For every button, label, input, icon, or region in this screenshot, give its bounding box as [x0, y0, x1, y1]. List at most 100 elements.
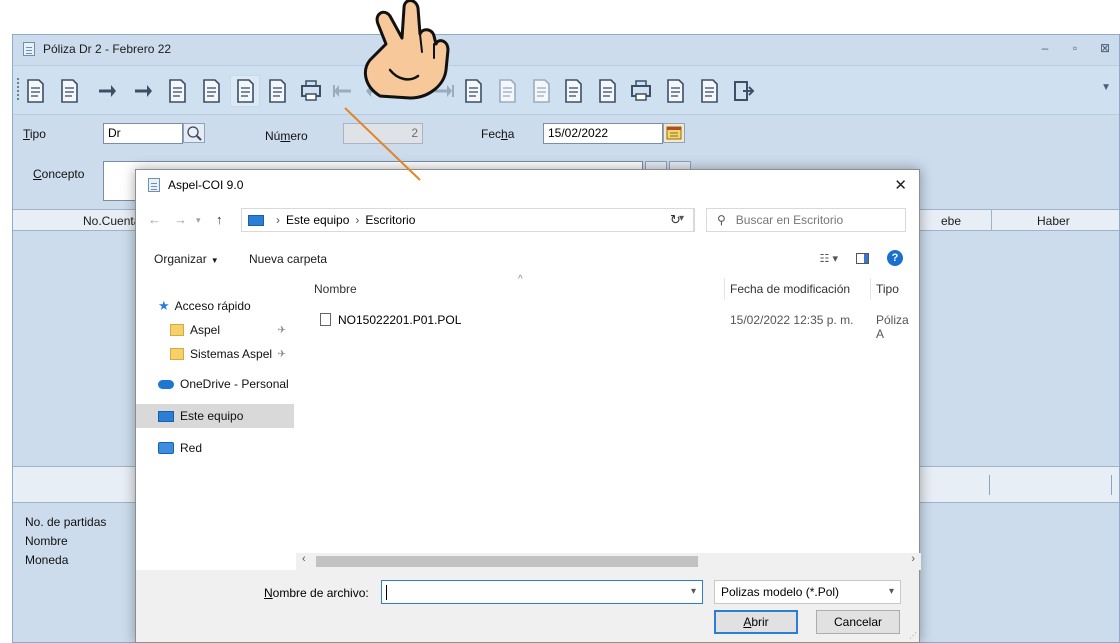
breadcrumb-separator: ›: [355, 213, 360, 227]
refresh-button[interactable]: ↻: [658, 208, 694, 232]
recent-chevron-icon[interactable]: ▾: [196, 215, 201, 226]
cloud-icon: [158, 379, 174, 389]
column-separator[interactable]: [870, 278, 871, 300]
copy-icon: [269, 79, 286, 103]
nav-sistemas-aspel[interactable]: Sistemas Aspel ✈: [136, 342, 294, 366]
chevron-down-icon[interactable]: ▾: [691, 586, 696, 597]
col-debe[interactable]: ebe: [941, 214, 961, 228]
dialog-bottom: Nombre de archivo: ▾ Polizas modelo (*.P…: [136, 570, 919, 642]
search-document-icon: [599, 79, 616, 103]
toolbar-button[interactable]: [729, 76, 757, 106]
toolbar-overflow-chevron-icon[interactable]: ▼: [1101, 82, 1111, 93]
folder-icon: [170, 324, 184, 336]
file-row[interactable]: NO15022201.P01.POL 15/02/2022 12:35 p. m…: [302, 308, 919, 341]
minimize-button[interactable]: –: [1039, 41, 1051, 55]
nav-label: Aspel: [190, 323, 221, 337]
organize-menu[interactable]: Organizar ▼: [154, 252, 219, 266]
toolbar-button[interactable]: [21, 76, 49, 106]
toolbar-button[interactable]: [527, 76, 555, 106]
search-icon: ⚲: [717, 213, 726, 227]
printer-icon: [301, 80, 321, 101]
sort-ascending-icon: ^: [518, 274, 523, 285]
up-arrow-icon[interactable]: ↑: [216, 212, 223, 227]
col-type[interactable]: Tipo: [876, 282, 899, 296]
nav-quick-access[interactable]: ★ Acceso rápido: [136, 294, 294, 318]
col-separator: [991, 210, 992, 231]
horizontal-scrollbar[interactable]: ‹ ›: [296, 553, 921, 570]
cancel-button[interactable]: Cancelar: [816, 610, 900, 634]
toolbar-grip[interactable]: [17, 78, 19, 100]
toolbar-button[interactable]: [263, 76, 291, 106]
col-name[interactable]: Nombre: [314, 282, 357, 296]
calendar-button[interactable]: [663, 123, 685, 143]
scrollbar-thumb[interactable]: [316, 556, 698, 567]
numero-label: Número: [265, 129, 308, 143]
concepto-label: Concepto: [33, 167, 85, 181]
tipo-lookup-button[interactable]: [183, 123, 205, 143]
col-modified[interactable]: Fecha de modificación: [730, 282, 850, 296]
file-type-select[interactable]: Polizas modelo (*.Pol) ▾: [714, 580, 901, 604]
dialog-close-icon[interactable]: ✕: [894, 176, 907, 194]
toolbar-button[interactable]: [627, 76, 655, 106]
toolbar-button[interactable]: [230, 75, 260, 107]
nav-label: Acceso rápido: [174, 299, 251, 313]
address-bar[interactable]: › Este equipo › Escritorio ▾: [241, 208, 695, 232]
preview-pane-icon[interactable]: [856, 252, 869, 264]
back-arrow-icon[interactable]: ←: [148, 212, 161, 227]
nav-label: OneDrive - Personal: [180, 377, 289, 391]
toolbar-button[interactable]: [127, 76, 155, 106]
print-preview-icon: [61, 79, 78, 103]
nav-onedrive[interactable]: OneDrive - Personal: [136, 372, 294, 396]
dialog-navbar: ← → ▾ ↑ › Este equipo › Escritorio ▾ ↻ ⚲…: [136, 206, 919, 236]
nav-this-pc[interactable]: Este equipo: [136, 404, 294, 428]
nav-aspel[interactable]: Aspel ✈: [136, 318, 294, 342]
toolbar-button[interactable]: [197, 76, 225, 106]
nav-network[interactable]: Red: [136, 436, 294, 460]
toolbar-button[interactable]: [559, 76, 587, 106]
filename-input[interactable]: ▾: [381, 580, 703, 604]
nav-label: Este equipo: [180, 409, 244, 423]
star-icon: ★: [158, 298, 170, 313]
command-bar: Organizar ▼ Nueva carpeta ☷ ▾ ?: [136, 246, 919, 272]
totals-separator: [989, 475, 990, 495]
report-icon: [667, 79, 684, 103]
payment-icon: [631, 80, 651, 101]
fecha-input[interactable]: 15/02/2022: [543, 123, 663, 144]
tipo-input[interactable]: Dr: [103, 123, 183, 144]
view-options-icon[interactable]: ☷ ▾: [820, 252, 838, 265]
toolbar-button[interactable]: [695, 76, 723, 106]
new-folder-button[interactable]: Nueva carpeta: [249, 252, 327, 266]
toolbar-button[interactable]: [493, 76, 521, 106]
breadcrumb-este-equipo[interactable]: Este equipo: [286, 213, 349, 227]
col-haber[interactable]: Haber: [1037, 214, 1070, 228]
remove-record-icon: [135, 85, 152, 97]
network-icon: [158, 442, 174, 454]
window-controls: – ▫ ⊠: [1039, 41, 1111, 55]
breadcrumb-escritorio[interactable]: Escritorio: [365, 213, 415, 227]
filename-label: Nombre de archivo:: [264, 586, 369, 600]
scroll-left-icon[interactable]: ‹: [302, 553, 306, 565]
toolbar-button[interactable]: [331, 76, 359, 106]
resize-grip-icon[interactable]: ⋰: [909, 631, 917, 640]
chevron-down-icon: ▼: [210, 256, 219, 265]
lookup-magnifier-icon: [187, 126, 202, 141]
toolbar-button[interactable]: [297, 76, 325, 106]
toolbar-button[interactable]: [661, 76, 689, 106]
help-icon[interactable]: ?: [887, 250, 903, 266]
add-record-icon: [99, 85, 116, 97]
scroll-right-icon[interactable]: ›: [911, 553, 915, 565]
forward-arrow-icon[interactable]: →: [174, 212, 187, 227]
maximize-button[interactable]: ▫: [1069, 41, 1081, 55]
toolbar: ▼: [13, 65, 1119, 115]
close-button[interactable]: ⊠: [1099, 41, 1111, 55]
toolbar-button[interactable]: [91, 76, 119, 106]
toolbar-button[interactable]: [163, 76, 191, 106]
toolbar-button[interactable]: [459, 76, 487, 106]
sort-icon: [465, 79, 482, 103]
toolbar-button[interactable]: [593, 76, 621, 106]
search-box[interactable]: ⚲ Buscar en Escritorio: [706, 208, 906, 232]
toolbar-button[interactable]: [55, 76, 83, 106]
col-no-cuenta[interactable]: No.Cuenta: [83, 214, 140, 228]
column-separator[interactable]: [724, 278, 725, 300]
open-button[interactable]: Abrir: [714, 610, 798, 634]
